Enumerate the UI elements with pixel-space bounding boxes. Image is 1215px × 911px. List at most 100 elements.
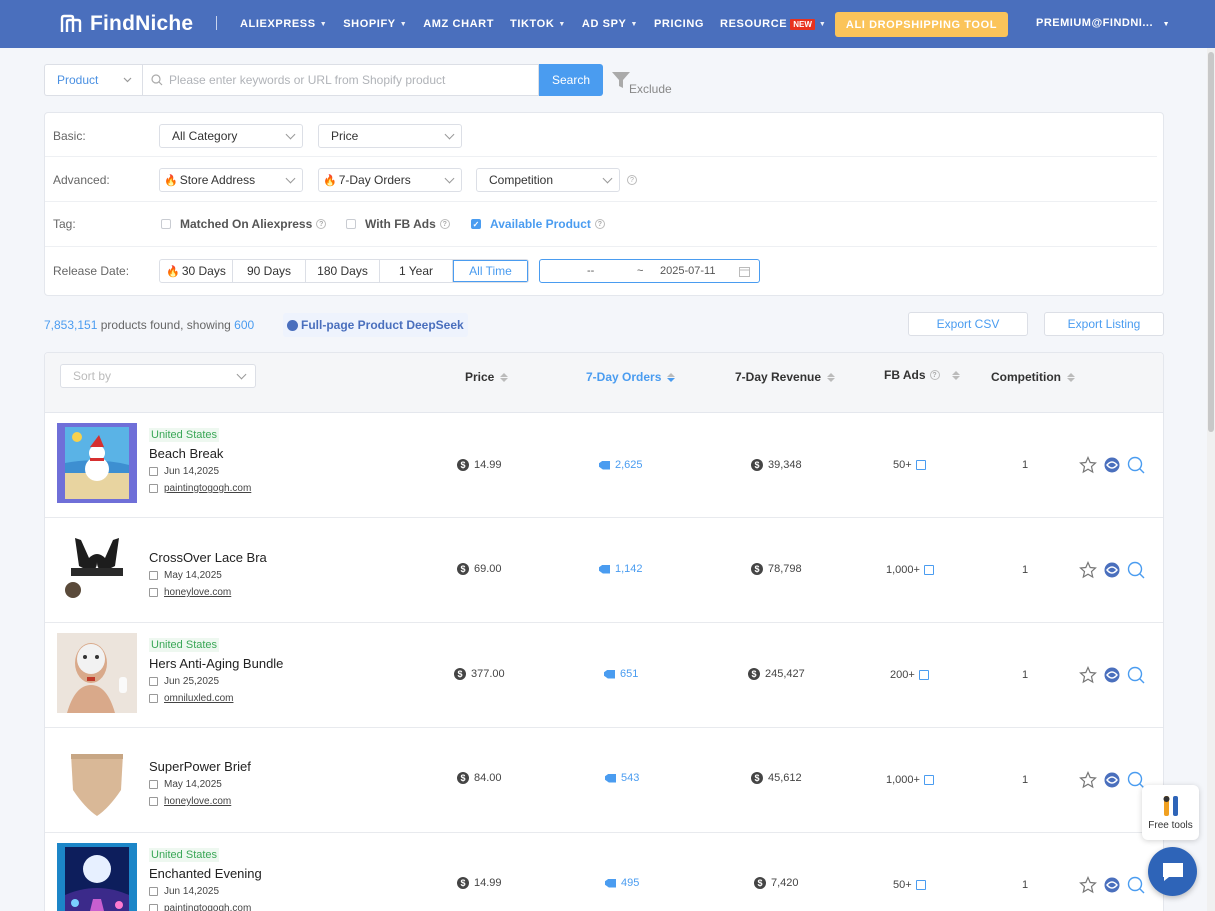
product-name[interactable]: CrossOver Lace Bra [149,550,267,565]
release-1-year[interactable]: 1 Year [380,260,453,282]
star-icon[interactable] [1079,876,1097,894]
product-image[interactable] [57,423,137,503]
nav-item-amz-chart[interactable]: AMZ CHART [423,18,494,30]
orders-value[interactable]: 2,625 [615,459,643,471]
store-link[interactable]: paintingtogogh.com [164,483,251,494]
external-link-icon[interactable] [915,460,926,470]
release-90-days[interactable]: 90 Days [233,260,306,282]
product-image[interactable] [57,528,137,608]
product-store[interactable]: paintingtogogh.com [149,483,251,494]
orders-7d-dropdown[interactable]: 🔥 7-Day Orders [318,168,462,192]
nav-item-pricing[interactable]: PRICING [654,18,704,30]
orders-cell[interactable]: 543 [605,772,639,784]
product-name[interactable]: Beach Break [149,446,251,461]
product-store[interactable]: honeylove.com [149,587,267,598]
table-row[interactable]: United States Hers Anti-Aging Bundle Jun… [45,623,1163,728]
price-dropdown[interactable]: Price [318,124,462,148]
orders-value[interactable]: 651 [620,668,638,680]
help-icon[interactable]: ? [929,370,940,380]
nav-item-shopify[interactable]: SHOPIFY ▼ [343,18,407,30]
column-header-fb-ads[interactable]: FB Ads? [884,368,960,382]
search-type-select[interactable]: Product [44,64,142,96]
export-csv-button[interactable]: Export CSV [908,312,1028,336]
column-header-competition[interactable]: Competition [991,370,1075,384]
tag-matched-aliexpress[interactable]: Matched On Aliexpress? [161,217,327,231]
product-image[interactable] [57,738,137,818]
search-similar-icon[interactable] [1127,876,1145,894]
orders-cell[interactable]: 495 [605,877,639,889]
sort-by-dropdown[interactable]: Sort by [60,364,256,388]
external-link-icon[interactable] [918,670,929,680]
fb-ads-cell[interactable]: 1,000+ [886,564,934,576]
ai-analyze-icon[interactable] [1103,561,1121,579]
star-icon[interactable] [1079,666,1097,684]
ai-analyze-icon[interactable] [1103,771,1121,789]
date-range-picker[interactable]: -- ~ 2025-07-11 [539,259,760,283]
orders-value[interactable]: 495 [621,877,639,889]
external-link-icon[interactable] [923,775,934,785]
table-row[interactable]: United States Enchanted Evening Jun 14,2… [45,833,1163,911]
release-all-time[interactable]: All Time [453,260,528,282]
search-button[interactable]: Search [539,64,603,96]
table-row[interactable]: CrossOver Lace Bra May 14,2025 honeylove… [45,518,1163,623]
search-similar-icon[interactable] [1127,456,1145,474]
search-similar-icon[interactable] [1127,561,1145,579]
nav-item-resource[interactable]: RESOURCE NEW ▼ [720,18,826,30]
nav-item-tiktok[interactable]: TIKTOK ▼ [510,18,566,30]
deepseek-button[interactable]: Full-page Product DeepSeek [283,313,468,337]
checkbox[interactable] [161,219,171,229]
product-name[interactable]: SuperPower Brief [149,759,251,774]
category-dropdown[interactable]: All Category [159,124,303,148]
product-name[interactable]: Enchanted Evening [149,866,262,881]
product-image[interactable] [57,843,137,911]
checkbox-checked[interactable]: ✓ [471,219,481,229]
help-icon[interactable]: ? [316,219,327,229]
product-image[interactable] [57,633,137,713]
search-similar-icon[interactable] [1127,666,1145,684]
tag-with-fb-ads[interactable]: With FB Ads? [346,217,450,231]
table-row[interactable]: United States Beach Break Jun 14,2025 pa… [45,413,1163,518]
orders-value[interactable]: 543 [621,772,639,784]
star-icon[interactable] [1079,561,1097,579]
free-tools-button[interactable]: Free tools [1142,785,1199,840]
nav-item-aliexpress[interactable]: ALIEXPRESS ▼ [240,18,327,30]
star-icon[interactable] [1079,771,1097,789]
ai-analyze-icon[interactable] [1103,666,1121,684]
account-menu[interactable]: PREMIUM@FINDNI... ▼ [1036,17,1170,29]
store-address-dropdown[interactable]: 🔥 Store Address [159,168,303,192]
orders-value[interactable]: 1,142 [615,563,643,575]
external-link-icon[interactable] [923,565,934,575]
export-listing-button[interactable]: Export Listing [1044,312,1164,336]
fb-ads-cell[interactable]: 1,000+ [886,774,934,786]
search-input[interactable] [169,73,529,87]
competition-dropdown[interactable]: Competition [476,168,620,192]
fb-ads-cell[interactable]: 50+ [893,459,926,471]
store-link[interactable]: honeylove.com [164,587,231,598]
orders-cell[interactable]: 2,625 [599,459,643,471]
release-180-days[interactable]: 180 Days [306,260,380,282]
orders-cell[interactable]: 651 [604,668,638,680]
external-link-icon[interactable] [915,880,926,890]
product-store[interactable]: honeylove.com [149,796,251,807]
findniche-logo[interactable]: FindNiche [60,12,193,36]
checkbox[interactable] [346,219,356,229]
release-30-days[interactable]: 🔥 30 Days [160,260,233,282]
orders-cell[interactable]: 1,142 [599,563,643,575]
fb-ads-cell[interactable]: 50+ [893,879,926,891]
star-icon[interactable] [1079,456,1097,474]
exclude-filter[interactable]: Exclude [611,70,672,96]
ali-dropshipping-tool-button[interactable]: ALI DROPSHIPPING TOOL [835,12,1008,37]
fb-ads-cell[interactable]: 200+ [890,669,929,681]
column-header-revenue[interactable]: 7-Day Revenue [735,370,836,384]
product-name[interactable]: Hers Anti-Aging Bundle [149,656,283,671]
help-icon[interactable]: ? [439,219,450,229]
ai-analyze-icon[interactable] [1103,456,1121,474]
chat-button[interactable] [1148,847,1197,896]
store-link[interactable]: omniluxled.com [164,693,233,704]
table-row[interactable]: SuperPower Brief May 14,2025 honeylove.c… [45,728,1163,833]
help-icon[interactable]: ? [627,175,637,185]
column-header-orders[interactable]: 7-Day Orders [586,370,676,384]
store-link[interactable]: honeylove.com [164,796,231,807]
product-store[interactable]: omniluxled.com [149,693,283,704]
ai-analyze-icon[interactable] [1103,876,1121,894]
